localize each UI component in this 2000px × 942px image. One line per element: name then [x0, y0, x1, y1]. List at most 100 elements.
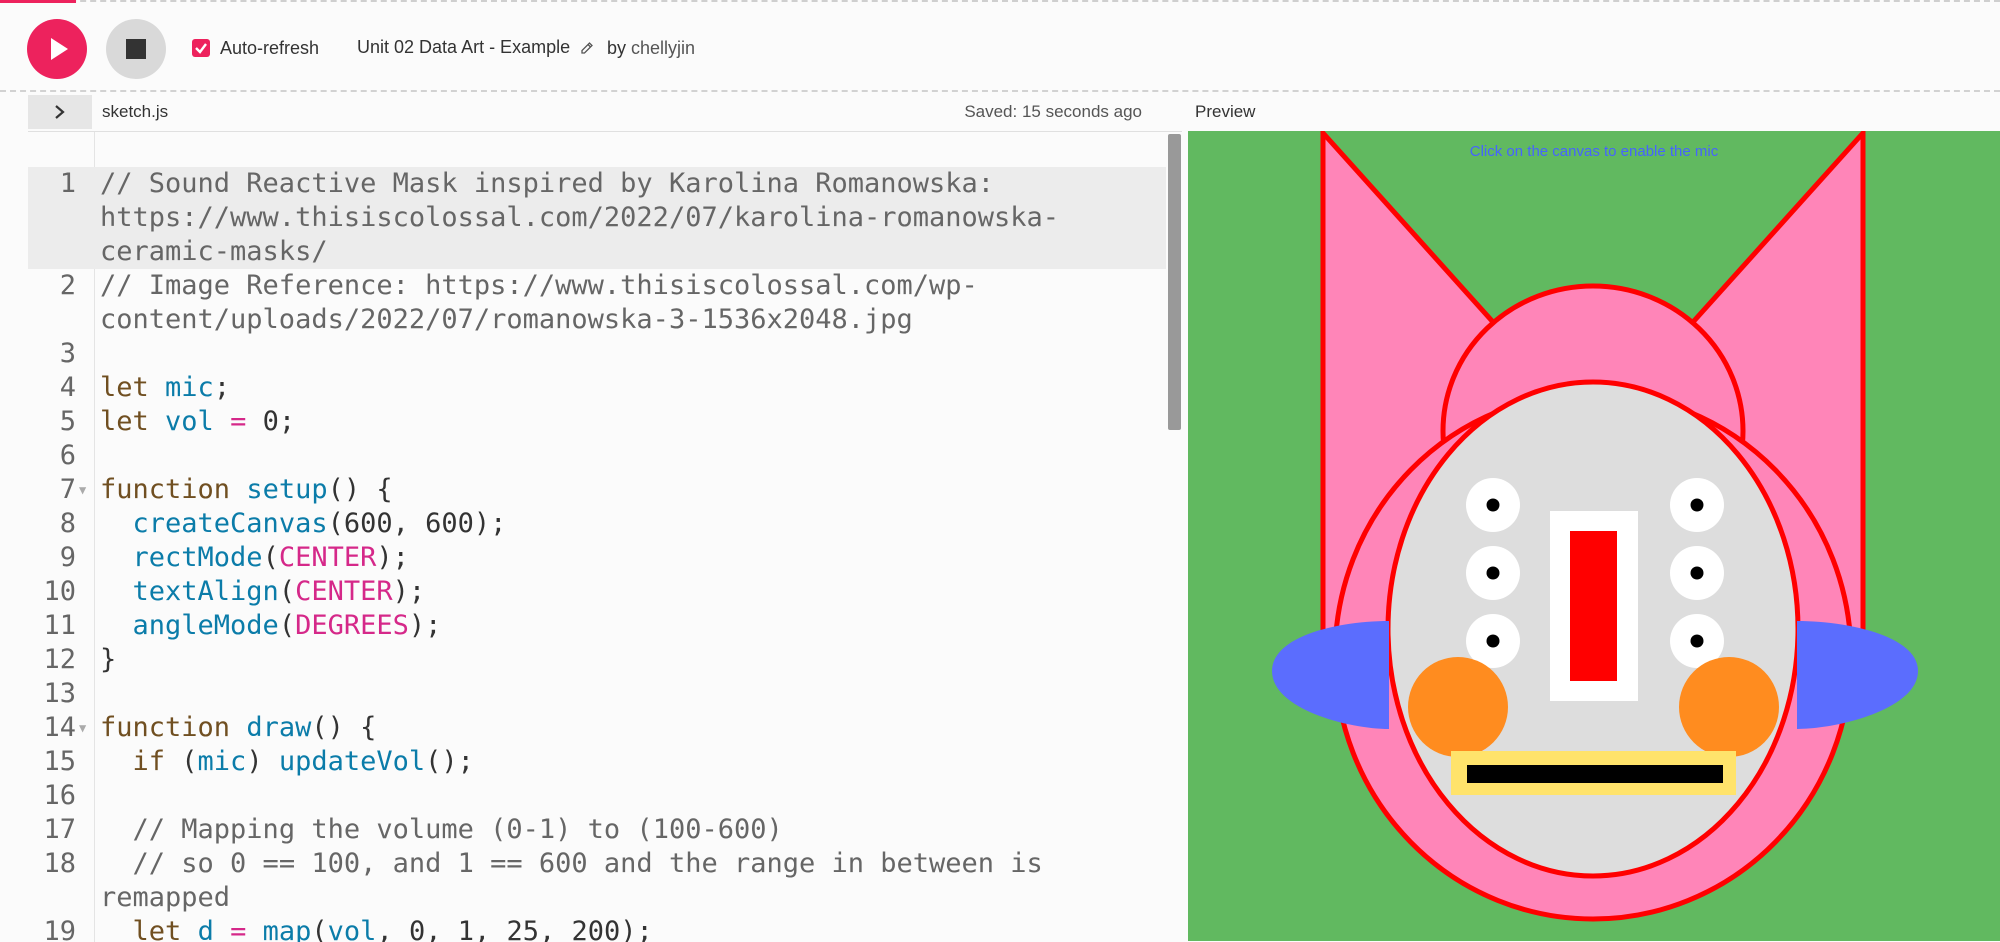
code-line[interactable]: 7 ▼ function setup() {: [28, 473, 1166, 507]
line-number: 14: [43, 712, 76, 743]
code-token: =: [230, 406, 247, 437]
code-token: 0;: [246, 406, 296, 437]
code-line[interactable]: 8 createCanvas(600, 600);: [28, 507, 1166, 541]
code-text: let d = map(vol, 0, 1, 25, 200);: [100, 915, 1150, 942]
mouth-bar: [1467, 765, 1723, 783]
editor-header: sketch.js Saved: 15 seconds ago Preview: [0, 94, 2000, 130]
code-token: if: [132, 746, 166, 777]
code-text: rectMode(CENTER);: [100, 541, 1150, 575]
code-token: CENTER: [278, 542, 377, 573]
code-text: if (mic) updateVol();: [100, 745, 1150, 779]
code-line[interactable]: 12}: [28, 643, 1166, 677]
code-token: updateVol: [278, 746, 426, 777]
code-token: vol: [327, 916, 377, 942]
code-line[interactable]: 2 // Image Reference: https://www.thisisc…: [28, 269, 1166, 337]
line-number: 13: [43, 678, 76, 709]
code-line[interactable]: 3: [28, 337, 1166, 371]
fold-arrow-icon[interactable]: ▼: [79, 711, 86, 745]
chevron-right-icon: [55, 105, 65, 119]
code-token: let: [132, 916, 182, 942]
code-token: (: [278, 610, 296, 641]
code-text: createCanvas(600, 600);: [100, 507, 1150, 541]
mask-drawing: [1272, 131, 1918, 922]
code-line[interactable]: 14 ▼ function draw() {: [28, 711, 1166, 745]
code-token: // Mapping the volume (0-1) to (100-600): [100, 814, 783, 845]
code-line[interactable]: 9 rectMode(CENTER);: [28, 541, 1166, 575]
code-line[interactable]: 15 if (mic) updateVol();: [28, 745, 1166, 779]
line-number: 1: [59, 168, 76, 199]
code-token: , 0, 1, 25, 200);: [376, 916, 653, 942]
stop-button[interactable]: [106, 19, 166, 79]
code-token: (: [311, 916, 328, 942]
fold-arrow-icon[interactable]: ▼: [79, 473, 86, 507]
line-number: 11: [43, 610, 76, 641]
code-editor[interactable]: 1 // Sound Reactive Mask inspired by Karo…: [28, 131, 1182, 942]
code-token: createCanvas: [132, 508, 328, 539]
code-token: (: [278, 576, 296, 607]
left-ear: [1272, 621, 1389, 729]
code-token: vol: [165, 406, 214, 437]
by-label: by: [607, 38, 627, 58]
line-number: 4: [59, 372, 76, 403]
code-text: function setup() {: [100, 473, 1150, 507]
sidebar-toggle-button[interactable]: [28, 95, 92, 129]
code-line[interactable]: 18 // so 0 == 100, and 1 == 600 and the …: [28, 847, 1166, 915]
author-link[interactable]: chellyjin: [631, 38, 695, 59]
code-token: }: [100, 644, 117, 675]
toolbar-divider: [0, 90, 2000, 92]
code-line[interactable]: 6: [28, 439, 1166, 473]
auto-refresh-label[interactable]: Auto-refresh: [220, 38, 319, 59]
code-token: textAlign: [132, 576, 279, 607]
line-number: 6: [59, 440, 76, 471]
code-token: DEGREES: [295, 610, 409, 641]
line-number: 9: [59, 542, 76, 573]
editor-scrollbar[interactable]: [1168, 134, 1181, 430]
code-text: }: [100, 643, 1150, 677]
auto-refresh-checkbox[interactable]: [192, 39, 210, 57]
code-line[interactable]: 1 // Sound Reactive Mask inspired by Karo…: [28, 167, 1166, 269]
code-text: function draw() {: [100, 711, 1150, 745]
check-icon: [195, 43, 207, 54]
code-token: mic: [165, 372, 214, 403]
code-token: function: [100, 474, 231, 505]
line-number: 8: [59, 508, 76, 539]
preview-label: Preview: [1195, 102, 1256, 121]
code-line[interactable]: 11 angleMode(DEGREES);: [28, 609, 1166, 643]
code-text: textAlign(CENTER);: [100, 575, 1150, 609]
code-line[interactable]: 13: [28, 677, 1166, 711]
preview-canvas[interactable]: Click on the canvas to enable the mic: [1188, 131, 2000, 941]
project-title[interactable]: Unit 02 Data Art - Example: [357, 37, 570, 58]
code-token: setup: [246, 474, 328, 505]
pencil-icon[interactable]: [579, 40, 595, 56]
play-button[interactable]: [27, 19, 87, 79]
code-line[interactable]: 10 textAlign(CENTER);: [28, 575, 1166, 609]
code-line[interactable]: 4 let mic;: [28, 371, 1166, 405]
code-text: let mic;: [100, 371, 1150, 405]
code-text: angleMode(DEGREES);: [100, 609, 1150, 643]
code-token: // Image Reference: https://www.thisisco…: [100, 270, 978, 335]
code-token: (: [165, 746, 198, 777]
code-token: rectMode: [132, 542, 263, 573]
code-token: ;: [213, 372, 231, 403]
line-number: 17: [43, 814, 76, 845]
code-line[interactable]: 16: [28, 779, 1166, 813]
play-icon: [51, 38, 68, 60]
code-token: // Sound Reactive Mask inspired by Karol…: [100, 168, 1060, 267]
code-line[interactable]: 19 let d = map(vol, 0, 1, 25, 200);: [28, 915, 1166, 942]
code-token: let: [100, 372, 149, 403]
line-number: 12: [43, 644, 76, 675]
code-line[interactable]: 17 // Mapping the volume (0-1) to (100-6…: [28, 813, 1166, 847]
code-token: ();: [425, 746, 474, 777]
stop-icon: [126, 39, 146, 59]
file-name: sketch.js: [102, 102, 169, 121]
code-token: // so 0 == 100, and 1 == 600 and the ran…: [100, 848, 1060, 913]
code-line[interactable]: 5 let vol = 0;: [28, 405, 1166, 439]
code-token: (: [262, 542, 279, 573]
